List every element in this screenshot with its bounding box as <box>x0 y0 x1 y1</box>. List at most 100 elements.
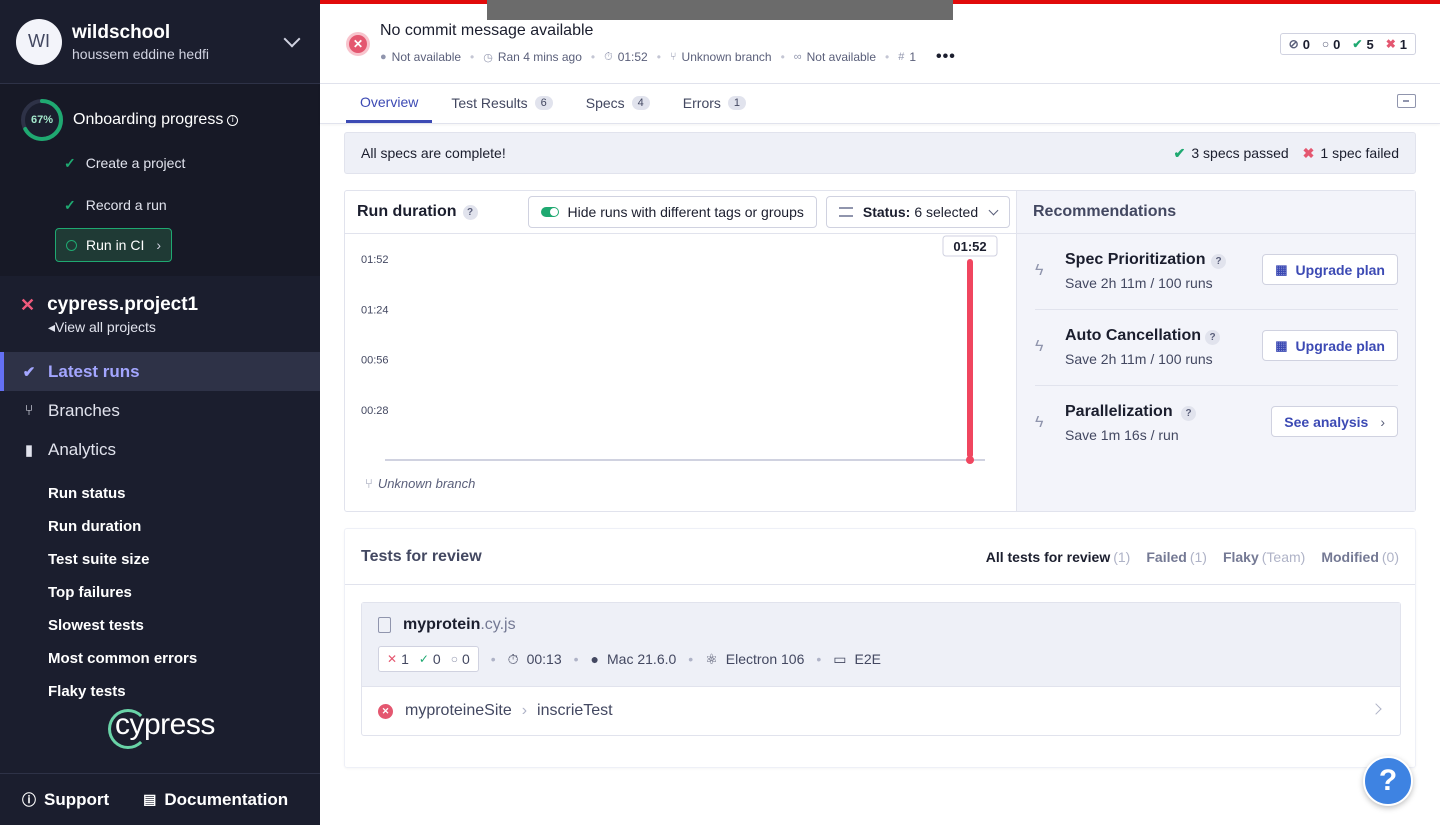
onboarding-progress-ring: 67% <box>20 98 64 142</box>
nav-latest-runs[interactable]: ✔ Latest runs <box>0 352 320 391</box>
analytics-top-failures[interactable]: Top failures <box>0 576 320 609</box>
banner-message: All specs are complete! <box>361 145 506 161</box>
filter-flaky[interactable]: Flaky (Team) <box>1223 549 1305 565</box>
hash-icon: # <box>898 51 905 63</box>
upgrade-plan-button[interactable]: ▦ Upgrade plan <box>1262 254 1398 285</box>
run-branch: ⑂ Unknown branch <box>669 50 772 64</box>
onboarding-title: Onboarding progress <box>73 111 224 128</box>
documentation-link[interactable]: ▤ Documentation <box>143 790 288 810</box>
recommendations-title: Recommendations <box>1017 191 1415 234</box>
tab-overview[interactable]: Overview <box>346 83 433 123</box>
check-circle-icon: ✔ <box>22 363 36 381</box>
y-tick-label: 01:24 <box>361 304 389 316</box>
spec-browser: Electron 106 <box>725 651 805 667</box>
duration-bar[interactable] <box>967 259 973 458</box>
toggle-switch[interactable] <box>540 207 559 217</box>
chevron-down-icon[interactable] <box>283 30 301 47</box>
lightning-icon: ϟ <box>1035 262 1044 279</box>
upgrade-plan-button[interactable]: ▦ Upgrade plan <box>1262 330 1398 361</box>
spec-meta: ✕ 1 ✓ 0 ○ 0 • ⏱ 00:13 • ● Mac 21.6.0 • ⚛ Elect… <box>378 646 881 672</box>
passed-count: ✔ 5 <box>1352 36 1374 52</box>
recommendations-panel: Recommendations ϟ Spec Prioritization ? … <box>1016 191 1415 511</box>
branch-icon: ⑂ <box>24 402 34 419</box>
onboarding-step-record-run: ✓ Record a run <box>20 184 300 226</box>
check-icon: ✔ <box>1352 37 1363 51</box>
tab-count: 6 <box>534 96 553 110</box>
spec-result-counts: ✕ 1 ✓ 0 ○ 0 <box>378 646 479 672</box>
rec-auto-cancellation: ϟ Auto Cancellation ? Save 2h 11m / 100 … <box>1035 310 1398 386</box>
support-link[interactable]: ⓘ Support <box>22 790 109 810</box>
nav-label: Branches <box>48 400 120 420</box>
help-button[interactable]: ? <box>1363 756 1413 806</box>
clock-icon: ◷ <box>483 51 493 64</box>
sidebar: WI wildschool houssem eddine hedfi 67% O… <box>0 0 320 825</box>
chevron-right-icon: › <box>1380 413 1385 430</box>
link-icon: ∞ <box>793 51 802 63</box>
bar-chart-icon: ▮ <box>24 441 34 459</box>
run-in-ci-button[interactable]: Run in CI › <box>55 228 173 262</box>
run-in-ci-label: Run in CI <box>86 237 145 253</box>
rec-parallelization: ϟ Parallelization ? Save 1m 16s / run Se… <box>1035 386 1398 462</box>
tests-for-review-card: Tests for review All tests for review (1)… <box>344 528 1416 768</box>
tab-specs[interactable]: Specs 4 <box>572 83 664 123</box>
status-filter-dropdown[interactable]: Status: 6 selected <box>825 196 1010 228</box>
filter-modified[interactable]: Modified (0) <box>1321 549 1399 565</box>
building-icon: ▦ <box>1275 261 1288 277</box>
run-tabs: Overview Test Results 6 Specs 4 Errors 1 <box>320 84 1440 124</box>
view-all-projects-link[interactable]: ◂View all projects <box>48 319 300 336</box>
apple-icon: ● <box>590 651 600 667</box>
help-icon[interactable]: ? <box>462 204 478 220</box>
filter-failed[interactable]: Failed (1) <box>1146 549 1207 565</box>
analytics-run-duration[interactable]: Run duration <box>0 510 320 543</box>
x-icon: ✖ <box>1302 144 1315 161</box>
tab-test-results[interactable]: Test Results 6 <box>437 83 566 123</box>
more-options-icon[interactable]: ••• <box>936 48 956 66</box>
tab-count: 4 <box>631 96 650 110</box>
archive-icon[interactable] <box>1397 94 1416 108</box>
analytics-submenu: Run status Run duration Test suite size … <box>0 477 320 708</box>
check-icon: ✔ <box>1173 144 1186 161</box>
stopwatch-icon: ⏱ <box>507 650 519 667</box>
hide-runs-toggle[interactable]: Hide runs with different tags or groups <box>527 196 817 228</box>
onboarding-panel: 67% Onboarding progress i ✓ Create a pro… <box>0 84 320 276</box>
analytics-flaky-tests[interactable]: Flaky tests <box>0 675 320 708</box>
tab-count: 1 <box>727 96 747 110</box>
lightning-icon: ϟ <box>1035 338 1044 355</box>
org-name: wildschool <box>72 21 171 43</box>
test-name: inscrieTest <box>537 702 613 719</box>
test-row[interactable]: ✕ myproteineSite › inscrieTest <box>362 687 1400 735</box>
info-icon[interactable]: i <box>227 114 239 126</box>
commit-message: No commit message available <box>380 22 594 39</box>
nav-branches[interactable]: ⑂ Branches <box>0 391 320 430</box>
x-icon: ✕ <box>387 652 398 666</box>
branch-icon: ⑂ <box>365 476 373 491</box>
pending-count: ○ 0 <box>1321 36 1341 52</box>
tab-errors[interactable]: Errors 1 <box>669 83 760 123</box>
spec-duration: 00:13 <box>526 651 562 667</box>
check-icon: ✓ <box>64 154 76 171</box>
onboarding-step-label: Record a run <box>85 197 167 213</box>
analytics-common-errors[interactable]: Most common errors <box>0 642 320 675</box>
analytics-slowest-tests[interactable]: Slowest tests <box>0 609 320 642</box>
analytics-test-suite-size[interactable]: Test suite size <box>0 543 320 576</box>
data-label: 01:52 <box>953 239 986 254</box>
chevron-right-icon <box>1370 703 1382 715</box>
see-analysis-button[interactable]: See analysis › <box>1271 406 1398 437</box>
nav-analytics[interactable]: ▮ Analytics <box>0 430 320 469</box>
spec-os: Mac 21.6.0 <box>607 651 677 667</box>
help-icon[interactable]: ? <box>1181 406 1196 421</box>
spec-group: myprotein .cy.js ✕ 1 ✓ 0 ○ 0 • ⏱ 00:13 • ● Mac… <box>361 602 1401 736</box>
help-icon[interactable]: ? <box>1211 254 1226 269</box>
duration-point[interactable] <box>966 456 974 464</box>
org-switcher[interactable]: WI wildschool houssem eddine hedfi <box>0 0 320 84</box>
cypress-logo: cypress <box>108 708 215 749</box>
run-duration-card: Run duration ? Hide runs with different … <box>344 190 1416 512</box>
run-header: ✕ No commit message available ● Not avail… <box>320 0 1440 84</box>
spec-file[interactable]: myprotein .cy.js <box>378 616 516 634</box>
analytics-run-status[interactable]: Run status <box>0 477 320 510</box>
failed-test-icon: ✕ <box>378 703 393 719</box>
filter-all-tests[interactable]: All tests for review (1) <box>986 549 1131 565</box>
help-icon[interactable]: ? <box>1205 330 1220 345</box>
run-time: ◷ Ran 4 mins ago <box>483 50 582 64</box>
review-filters: All tests for review (1) Failed (1) Flaky(… <box>970 549 1415 565</box>
